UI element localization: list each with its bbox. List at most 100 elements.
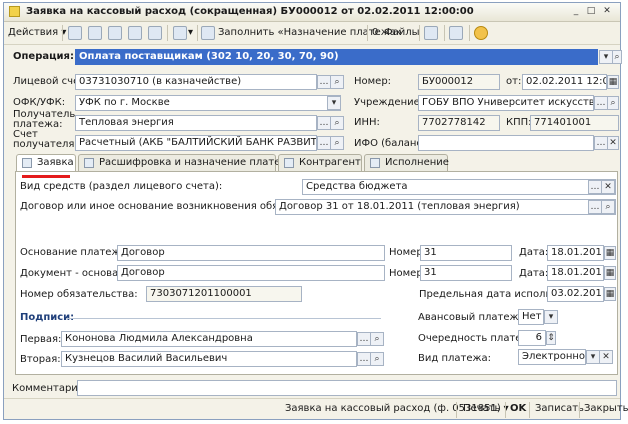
select-button[interactable]: … (594, 96, 608, 110)
search-icon[interactable]: ⌕ (612, 50, 622, 64)
first-signature-label: Первая: (20, 334, 62, 345)
date-from-label: от: (506, 76, 522, 87)
help-icon[interactable] (474, 26, 488, 40)
minimize-icon[interactable]: _ (570, 6, 582, 17)
tab-label: Исполнение (385, 157, 449, 168)
second-signature-field[interactable]: Кузнецов Василий Васильевич (61, 351, 357, 367)
account-field[interactable]: 03731030710 (в казначействе) (75, 74, 317, 90)
payee-account-label-2: получателя: (13, 139, 78, 150)
advance-select[interactable]: Нет (518, 309, 544, 325)
select-button[interactable]: … (357, 352, 371, 366)
basis-field[interactable]: Договор (117, 245, 385, 261)
chevron-down-icon[interactable]: ▾ (327, 96, 341, 110)
chevron-down-icon[interactable]: ▾ (544, 310, 558, 324)
number-field[interactable]: БУ000012 (418, 74, 500, 90)
search-icon[interactable]: ⌕ (607, 96, 619, 110)
search-icon[interactable]: ⌕ (370, 332, 384, 346)
second-signature-label: Вторая: (20, 354, 61, 365)
comment-field[interactable] (77, 380, 617, 396)
ifo-field[interactable] (418, 135, 594, 151)
priority-field[interactable]: 6 (518, 330, 546, 346)
tab-counterparty[interactable]: Контрагент (278, 154, 362, 171)
contract-field[interactable]: Договор 31 от 18.01.2011 (тепловая энерг… (275, 199, 616, 215)
select-button[interactable]: … (317, 136, 331, 150)
stepper-icon[interactable]: ⇕ (546, 331, 556, 345)
search-icon[interactable]: ⌕ (370, 352, 384, 366)
save-button[interactable]: Записать (535, 403, 584, 415)
ofk-label: ОФК/УФК: (13, 97, 66, 108)
refresh-icon[interactable] (148, 26, 162, 40)
chevron-down-icon[interactable]: ▾ (586, 350, 600, 364)
select-button[interactable]: … (317, 75, 331, 89)
tab-label: Контрагент (299, 157, 361, 168)
separator (469, 25, 470, 41)
execution-icon (370, 158, 380, 168)
select-button[interactable]: … (588, 200, 602, 214)
org-field[interactable]: ГОБУ ВПО Университет искусств (БУ бе (418, 95, 594, 111)
structure-icon[interactable] (128, 26, 142, 40)
doc-date-field[interactable]: 18.01.2011 (547, 265, 604, 281)
calendar-icon[interactable]: ▦ (607, 75, 619, 89)
select-button[interactable]: … (588, 180, 602, 194)
separator (197, 25, 198, 41)
select-button[interactable]: … (317, 116, 331, 130)
actions-menu[interactable]: Действия ▾ (8, 25, 66, 41)
close-icon[interactable]: ✕ (601, 6, 613, 17)
clear-icon[interactable]: ✕ (601, 180, 615, 194)
save-icon[interactable] (88, 26, 102, 40)
print-label: Печать (463, 403, 501, 414)
select-button[interactable]: … (357, 332, 371, 346)
clear-icon[interactable]: ✕ (599, 350, 613, 364)
search-icon[interactable]: ⌕ (330, 136, 344, 150)
basis-label: Основание платежа: (20, 247, 130, 258)
clear-icon[interactable]: ✕ (607, 136, 619, 150)
counterparty-icon (284, 158, 294, 168)
ofk-field[interactable]: УФК по г. Москве (75, 95, 341, 111)
maximize-icon[interactable]: □ (585, 6, 597, 17)
first-signature-field[interactable]: Кононова Людмила Александровна (61, 331, 357, 347)
operation-select[interactable]: Оплата поставщикам (302 10, 20, 30, 70, … (75, 49, 598, 65)
ok-button[interactable]: OK (510, 403, 526, 415)
dt-kt-icon[interactable] (424, 26, 438, 40)
chevron-down-icon[interactable]: ▾ (188, 25, 193, 41)
payee-field[interactable]: Тепловая энергия (75, 115, 317, 131)
basis-date-field[interactable]: 18.01.2011 (547, 245, 604, 261)
search-icon[interactable]: ⌕ (330, 75, 344, 89)
payee-account-field[interactable]: Расчетный (АКБ "БАЛТИЙСКИЙ БАНК РАЗВИТИЯ… (75, 135, 317, 151)
search-icon[interactable]: ⌕ (601, 200, 615, 214)
doc-basis-field[interactable]: Договор (117, 265, 385, 281)
separator (167, 25, 168, 41)
basis-number-field[interactable]: 31 (420, 245, 512, 261)
funds-field[interactable]: Средства бюджета (302, 179, 616, 195)
date-field[interactable]: 02.02.2011 12:00:00 (522, 74, 607, 90)
search-icon[interactable]: ⌕ (330, 116, 344, 130)
inn-field[interactable]: 7702778142 (418, 115, 500, 131)
tab-execution[interactable]: Исполнение (364, 154, 449, 171)
tab-request[interactable]: Заявка (16, 154, 76, 171)
chevron-down-icon[interactable]: ▾ (599, 50, 613, 64)
operation-label: Операция: (13, 51, 74, 62)
calendar-icon[interactable]: ▦ (604, 287, 616, 301)
print-button[interactable]: Печать ▾ (463, 403, 509, 415)
tab-decoding[interactable]: Расшифровка и назначение платежа (78, 154, 296, 171)
doc-number-field[interactable]: 31 (420, 265, 512, 281)
go-icon[interactable] (173, 26, 187, 40)
files-button[interactable]: Файлы (384, 25, 420, 41)
obligation-field[interactable]: 7303071201100001 (146, 286, 302, 302)
select-button[interactable]: … (594, 136, 608, 150)
calendar-icon[interactable]: ▦ (604, 246, 616, 260)
post-icon[interactable] (68, 26, 82, 40)
payment-type-select[interactable]: Электронно (518, 349, 586, 365)
print-icon[interactable] (449, 26, 463, 40)
deadline-field[interactable]: 03.02.2011 (547, 286, 604, 302)
separator (529, 402, 530, 418)
close-button[interactable]: Закрыть (584, 403, 628, 415)
fill-icon (201, 26, 215, 40)
copy-icon[interactable] (108, 26, 122, 40)
obligation-label: Номер обязательства: (20, 289, 138, 300)
tab-label: Расшифровка и назначение платежа (99, 157, 296, 168)
calendar-icon[interactable]: ▦ (604, 266, 616, 280)
kpp-field[interactable]: 771401001 (530, 115, 619, 131)
document-icon (9, 6, 20, 17)
separator (505, 402, 506, 418)
